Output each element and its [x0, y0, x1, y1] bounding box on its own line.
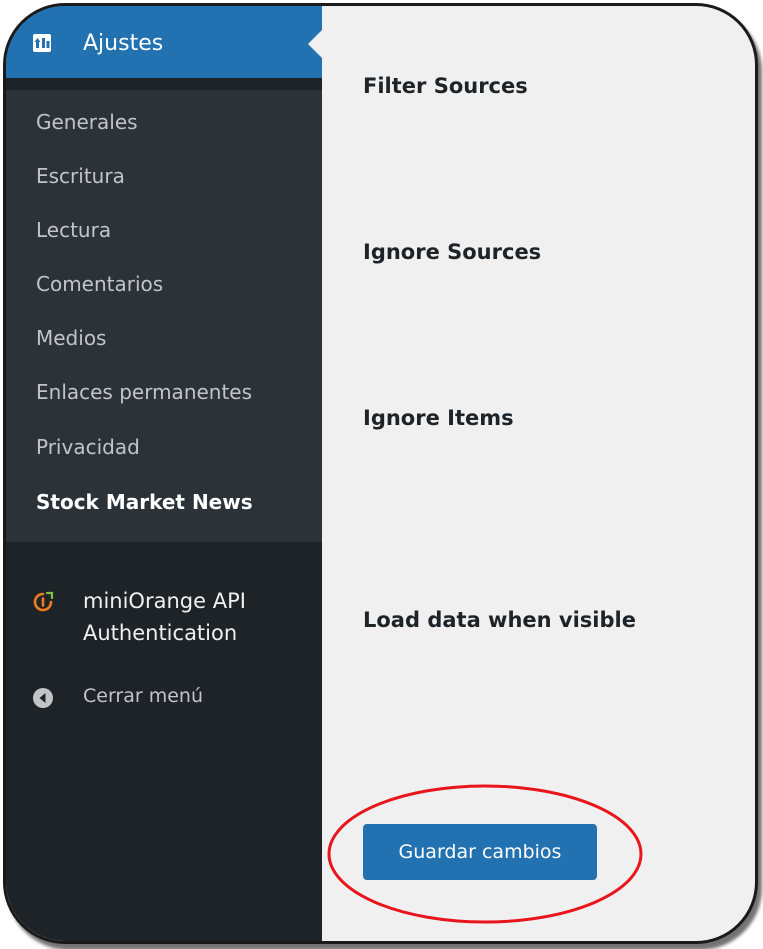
settings-submenu: [6, 90, 322, 542]
admin-sidebar: Ajustes Generales Escritura Lectura Come…: [6, 6, 322, 941]
submenu-item-medios[interactable]: Medios: [36, 325, 106, 351]
field-label-filter-sources: Filter Sources: [363, 74, 528, 98]
menu-item-miniorange[interactable]: miniOrange API Authentication: [83, 585, 313, 649]
highlight-annotation: [327, 784, 643, 924]
submenu-item-comentarios[interactable]: Comentarios: [36, 271, 163, 297]
collapse-menu-button[interactable]: Cerrar menú: [83, 683, 203, 709]
current-menu-arrow: [308, 30, 322, 58]
submenu-item-escritura[interactable]: Escritura: [36, 163, 125, 189]
plugin-label-line2: Authentication: [83, 621, 238, 645]
settings-icon: [33, 34, 51, 52]
field-label-ignore-items: Ignore Items: [363, 406, 514, 430]
field-label-ignore-sources: Ignore Sources: [363, 240, 542, 264]
miniorange-icon: [33, 591, 54, 612]
submenu-item-privacidad[interactable]: Privacidad: [36, 434, 140, 460]
screenshot-frame: Ajustes Generales Escritura Lectura Come…: [3, 3, 758, 944]
submenu-item-enlaces-permanentes[interactable]: Enlaces permanentes: [36, 379, 252, 405]
menu-item-ajustes[interactable]: Ajustes: [6, 6, 322, 78]
field-label-load-data-when-visible: Load data when visible: [363, 608, 636, 632]
submenu-item-lectura[interactable]: Lectura: [36, 217, 111, 243]
submenu-item-generales[interactable]: Generales: [36, 109, 138, 135]
plugin-label-line1: miniOrange API: [83, 589, 246, 613]
menu-item-label: Ajustes: [83, 31, 164, 56]
submenu-item-stock-market-news[interactable]: Stock Market News: [36, 489, 253, 515]
collapse-menu-icon[interactable]: [32, 687, 54, 709]
